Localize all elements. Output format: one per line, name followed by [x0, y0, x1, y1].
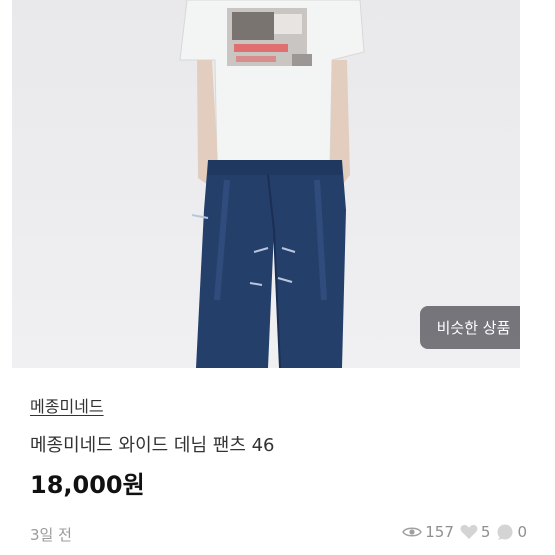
chat-bubble-icon: [497, 524, 513, 540]
shop-name-link[interactable]: 메종미네드: [30, 393, 104, 417]
likes-count: 5: [480, 523, 491, 541]
product-image[interactable]: 비슷한 상품: [12, 0, 520, 368]
heart-icon: [460, 524, 478, 539]
views-stat: 157: [402, 523, 454, 541]
views-count: 157: [425, 523, 454, 541]
chats-count: 0: [517, 523, 527, 541]
similar-items-label: 비슷한 상품: [436, 319, 511, 337]
likes-stat: 5: [460, 523, 491, 541]
chats-stat: 0: [496, 523, 527, 541]
product-price: 18,000원: [30, 471, 145, 499]
eye-icon: [402, 527, 423, 537]
posted-time: 3일 전: [30, 526, 72, 544]
similar-items-button[interactable]: 비슷한 상품: [420, 306, 520, 349]
product-stats: 157 5 0: [402, 523, 527, 541]
product-title: 메종미네드 와이드 데님 팬츠 46: [30, 435, 275, 456]
